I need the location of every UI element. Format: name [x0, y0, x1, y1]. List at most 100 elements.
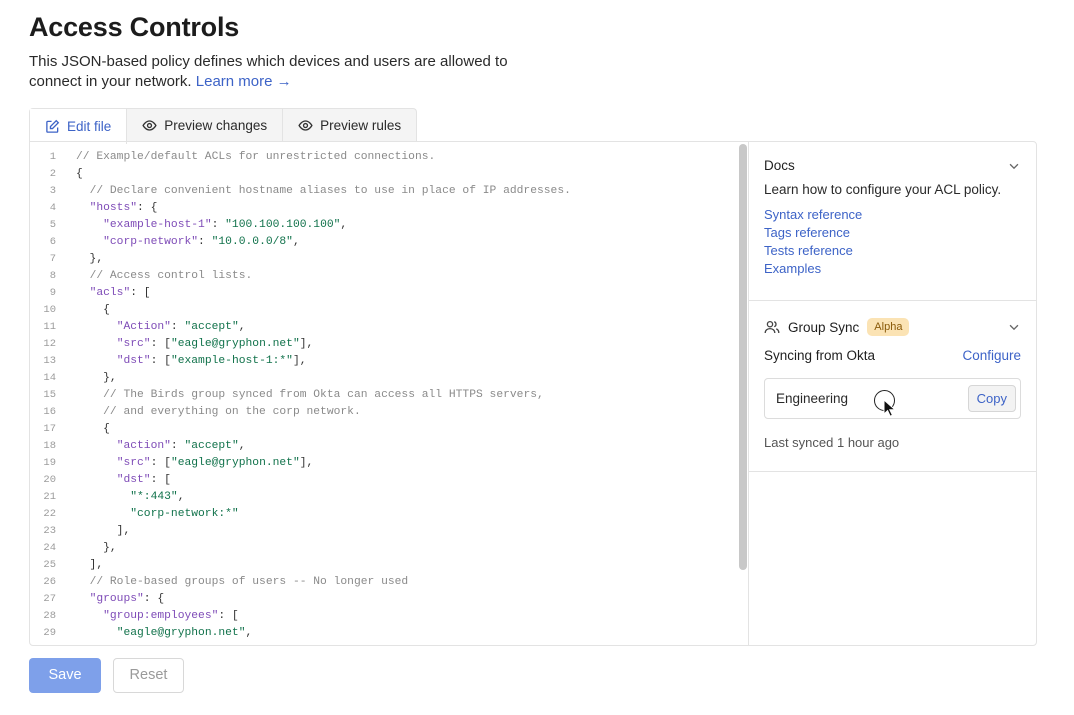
line-source: "action": "accept",	[116, 440, 246, 452]
line-number: 16	[43, 406, 56, 418]
users-icon	[764, 320, 780, 334]
line-source: {	[76, 304, 110, 316]
line-number: 26	[43, 576, 56, 588]
group-name: Engineering	[776, 391, 849, 406]
line-number: 10	[43, 304, 56, 316]
line-number: 13	[43, 355, 56, 367]
tab-label: Preview changes	[164, 118, 268, 133]
line-source: "src": ["eagle@gryphon.net"],	[116, 338, 314, 350]
group-sync-section: Group Sync Alpha Syncing from Okta Confi…	[749, 301, 1036, 472]
line-number: 6	[49, 236, 56, 248]
line-number: 12	[43, 338, 56, 350]
code-line: 5 "example-host-1": "100.100.100.100",	[30, 217, 571, 234]
code-line: 26 // Role-based groups of users -- No l…	[30, 574, 571, 591]
line-number: 24	[43, 542, 56, 554]
code-line: 29 "eagle@gryphon.net",	[30, 625, 571, 642]
tab-preview-rules[interactable]: Preview rules	[283, 109, 416, 142]
line-source: "example-host-1": "100.100.100.100",	[103, 219, 348, 231]
line-source: "eagle@gryphon.net",	[116, 627, 253, 639]
line-number: 3	[49, 185, 56, 197]
line-source: },	[76, 372, 117, 384]
line-source: // Access control lists.	[89, 270, 253, 282]
line-source: "corp-network:*"	[130, 508, 239, 520]
tags-reference-link[interactable]: Tags reference	[764, 224, 1021, 242]
configure-link[interactable]: Configure	[962, 348, 1021, 363]
examples-link[interactable]: Examples	[764, 260, 1021, 278]
line-number: 20	[43, 474, 56, 486]
editor-tabs: Edit file Preview changes Preview rules	[29, 108, 418, 144]
line-source: // and everything on the corp network.	[103, 406, 361, 418]
code-line: 23 ],	[30, 523, 571, 540]
line-number: 29	[43, 627, 56, 639]
line-number: 1	[49, 151, 56, 163]
docs-description: Learn how to configure your ACL policy.	[764, 182, 1002, 197]
line-source: "dst": ["example-host-1:*"],	[116, 355, 307, 367]
line-source: ],	[76, 525, 131, 537]
code-line: 14 },	[30, 370, 571, 387]
line-source: "groups": {	[89, 593, 165, 605]
line-number: 7	[49, 253, 56, 265]
code-line: 28 "group:employees": [	[30, 608, 571, 625]
code-line: 15 // The Birds group synced from Okta c…	[30, 387, 571, 404]
line-number: 14	[43, 372, 56, 384]
code-lines: 1 // Example/default ACLs for unrestricte…	[30, 149, 571, 642]
line-source: // The Birds group synced from Okta can …	[103, 389, 544, 401]
edit-icon	[46, 119, 60, 133]
chevron-down-icon[interactable]	[1007, 159, 1021, 173]
tests-reference-link[interactable]: Tests reference	[764, 242, 1021, 260]
code-line: 8 // Access control lists.	[30, 268, 571, 285]
alpha-badge: Alpha	[867, 318, 910, 336]
page-description: This JSON-based policy defines which dev…	[29, 52, 529, 92]
docs-links: Syntax reference Tags reference Tests re…	[764, 206, 1021, 278]
group-sync-title: Group Sync	[788, 319, 860, 335]
line-number: 11	[43, 321, 56, 333]
code-line: 22 "corp-network:*"	[30, 506, 571, 523]
code-line: 4 "hosts": {	[30, 200, 571, 217]
line-number: 21	[43, 491, 56, 503]
save-button[interactable]: Save	[29, 658, 101, 693]
code-line: 11 "Action": "accept",	[30, 319, 571, 336]
eye-icon	[298, 120, 313, 131]
code-editor[interactable]: 1 // Example/default ACLs for unrestricte…	[30, 142, 748, 645]
line-source: "acls": [	[89, 287, 151, 299]
line-number: 4	[49, 202, 56, 214]
code-line: 19 "src": ["eagle@gryphon.net"],	[30, 455, 571, 472]
code-line: 20 "dst": [	[30, 472, 571, 489]
page-title: Access Controls	[29, 12, 240, 42]
tab-preview-changes[interactable]: Preview changes	[127, 109, 284, 142]
line-number: 25	[43, 559, 56, 571]
line-source: "corp-network": "10.0.0.0/8",	[103, 236, 300, 248]
code-line: 17 {	[30, 421, 571, 438]
tab-label: Edit file	[67, 119, 112, 134]
syncing-status: Syncing from Okta	[764, 348, 876, 363]
docs-section: Docs Learn how to configure your ACL pol…	[749, 142, 1036, 301]
line-number: 23	[43, 525, 56, 537]
chevron-down-icon[interactable]	[1007, 320, 1021, 334]
line-source: "group:employees": [	[103, 610, 239, 622]
line-source: "dst": [	[116, 474, 171, 486]
line-source: {	[76, 423, 110, 435]
editor-scrollbar[interactable]	[739, 144, 747, 570]
reset-button[interactable]: Reset	[113, 658, 184, 693]
line-source: "Action": "accept",	[116, 321, 246, 333]
learn-more-link[interactable]: Learn more →	[196, 73, 292, 90]
line-number: 2	[49, 168, 56, 180]
line-source: // Declare convenient hostname aliases t…	[89, 185, 571, 197]
line-source: "*:443",	[130, 491, 185, 503]
copy-button[interactable]: Copy	[967, 385, 1016, 412]
tab-edit-file[interactable]: Edit file	[30, 109, 128, 144]
code-line: 18 "action": "accept",	[30, 438, 571, 455]
code-line: 16 // and everything on the corp network…	[30, 404, 571, 421]
code-line: 13 "dst": ["example-host-1:*"],	[30, 353, 571, 370]
line-number: 27	[43, 593, 56, 605]
line-number: 18	[43, 440, 56, 452]
code-line: 24 },	[30, 540, 571, 557]
line-number: 28	[43, 610, 56, 622]
syntax-reference-link[interactable]: Syntax reference	[764, 206, 1021, 224]
line-number: 17	[43, 423, 56, 435]
mouse-pointer-icon	[883, 399, 896, 417]
line-number: 9	[49, 287, 56, 299]
tab-label: Preview rules	[320, 118, 402, 133]
line-number: 15	[43, 389, 56, 401]
code-line: 3 // Declare convenient hostname aliases…	[30, 183, 571, 200]
